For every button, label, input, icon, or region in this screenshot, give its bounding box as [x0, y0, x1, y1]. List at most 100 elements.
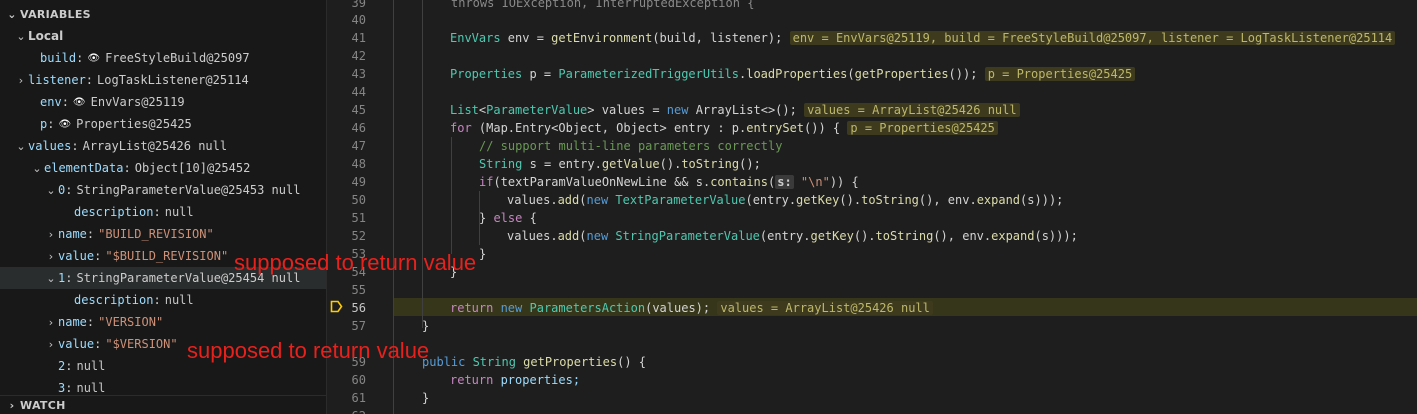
separator: :: [61, 95, 69, 109]
inline-value: env = EnvVars@25119, build = FreeStyleBu…: [789, 31, 1396, 45]
indent-guide: [422, 0, 423, 328]
code-line[interactable]: Properties p = ParameterizedTriggerUtils…: [450, 65, 1136, 83]
variable-row[interactable]: › listener: LogTaskListener@25114: [0, 69, 326, 91]
variables-title: VARIABLES: [20, 7, 91, 21]
code-line[interactable]: }: [422, 317, 429, 335]
separator: :: [71, 139, 79, 153]
line-number: 61: [351, 391, 366, 405]
separator: :: [94, 249, 102, 263]
variable-row[interactable]: › name: "BUILD_REVISION": [0, 223, 326, 245]
line-number-current: 56: [351, 301, 366, 315]
line-number: 55: [351, 283, 366, 297]
code-line[interactable]: values.add(new TextParameterValue(entry.…: [507, 191, 1063, 209]
separator: :: [65, 359, 73, 373]
separator: :: [153, 205, 161, 219]
variable-value: null: [164, 293, 194, 307]
code-line[interactable]: throws IOException, InterruptedException…: [451, 0, 754, 12]
line-number: 41: [351, 31, 366, 45]
variable-name: 2: [58, 359, 66, 373]
watch-title: WATCH: [20, 399, 66, 412]
line-number: 40: [351, 13, 366, 27]
inline-value: values = ArrayList@25426 null: [717, 301, 933, 315]
chevron-down-icon[interactable]: ⌄: [44, 184, 58, 197]
variable-value: "BUILD_REVISION": [98, 227, 214, 241]
annotation-note: supposed to return value: [234, 250, 477, 275]
variable-name: env: [40, 95, 62, 109]
code-line[interactable]: public String getProperties() {: [422, 353, 646, 371]
chevron-right-icon[interactable]: ›: [44, 316, 58, 329]
variable-row[interactable]: ›env:👁EnvVars@25119: [0, 91, 326, 113]
code-line[interactable]: EnvVars env = getEnvironment(build, list…: [450, 29, 1396, 47]
separator: :: [153, 293, 161, 307]
chevron-right-icon[interactable]: ›: [44, 228, 58, 241]
chevron-down-icon[interactable]: ⌄: [30, 162, 44, 175]
separator: :: [47, 117, 55, 131]
code-line[interactable]: return properties;: [450, 371, 580, 389]
inline-value: values = ArrayList@25426 null: [804, 103, 1020, 117]
separator: :: [76, 51, 84, 65]
variable-value: Properties@25425: [76, 117, 192, 131]
line-number: 60: [351, 373, 366, 387]
chevron-down-icon[interactable]: ⌄: [44, 272, 58, 285]
variable-value: null: [164, 205, 194, 219]
inline-value: p = Properties@25425: [984, 67, 1136, 81]
code-line[interactable]: String s = entry.getValue().toString();: [479, 155, 761, 173]
variable-value: LogTaskListener@25114: [97, 73, 249, 87]
separator: :: [65, 271, 73, 285]
code-line[interactable]: } else {: [479, 209, 537, 227]
separator: :: [86, 315, 95, 329]
variable-value: null: [76, 359, 106, 373]
code-line[interactable]: }: [479, 245, 486, 263]
watch-section-header[interactable]: › WATCH: [0, 396, 326, 414]
variable-row[interactable]: ›p:👁Properties@25425: [0, 113, 326, 135]
line-number: 42: [351, 49, 366, 63]
code-line[interactable]: values.add(new StringParameterValue(entr…: [507, 227, 1078, 245]
variable-value: Object[10]@25452: [134, 161, 251, 175]
variable-row[interactable]: ›description:null: [0, 289, 326, 311]
chevron-down-icon[interactable]: ⌄: [14, 140, 28, 153]
watch-section[interactable]: › WATCH: [0, 395, 326, 414]
variable-name: 3: [58, 381, 66, 395]
chevron-right-icon[interactable]: ›: [44, 338, 58, 351]
code-line[interactable]: List<ParameterValue> values = new ArrayL…: [450, 101, 1020, 119]
chevron-right-icon[interactable]: ›: [14, 74, 28, 87]
variable-name: name: [58, 315, 87, 329]
variables-section-header[interactable]: ⌄ VARIABLES: [0, 3, 326, 25]
variable-row[interactable]: › name: "VERSION": [0, 311, 326, 333]
line-number: 57: [351, 319, 366, 333]
variable-value: ArrayList@25426 null: [82, 139, 228, 153]
variable-row[interactable]: ⌄ values: ArrayList@25426 null: [0, 135, 326, 157]
variable-value: "VERSION": [98, 315, 164, 329]
code-line[interactable]: }: [422, 389, 429, 407]
variable-row[interactable]: ›build:👁FreeStyleBuild@25097: [0, 47, 326, 69]
code-line-current[interactable]: return new ParametersAction(values); val…: [450, 299, 933, 317]
separator: :: [123, 161, 131, 175]
inline-value: p = Properties@25425: [847, 121, 998, 135]
separator: :: [86, 227, 95, 241]
chevron-down-icon: ⌄: [7, 7, 17, 21]
line-number: 52: [351, 229, 366, 243]
code-editor[interactable]: 39 40 41 42 43 44 45 46 47 48 49 50 51 5…: [327, 0, 1417, 414]
variable-row[interactable]: ⌄ elementData: Object[10]@25452: [0, 157, 326, 179]
variable-name: values: [28, 139, 72, 153]
variable-name: 1: [58, 271, 66, 285]
line-number: 45: [351, 103, 366, 117]
variable-value: EnvVars@25119: [90, 95, 185, 109]
code-line[interactable]: for (Map.Entry<Object, Object> entry : p…: [450, 119, 998, 137]
variable-row[interactable]: ›description:null: [0, 201, 326, 223]
code-line[interactable]: // support multi-line parameters correct…: [479, 137, 782, 155]
local-scope[interactable]: ⌄ Local: [0, 25, 326, 47]
line-number: 50: [351, 193, 366, 207]
variable-name: description: [74, 293, 154, 307]
separator: :: [65, 183, 73, 197]
variable-row[interactable]: ⌄ 0: StringParameterValue@25453 null: [0, 179, 326, 201]
parameter-hint: s:: [775, 175, 794, 189]
separator: :: [85, 73, 94, 87]
variable-value: StringParameterValue@25453 null: [76, 183, 301, 197]
eye-icon: 👁: [72, 96, 86, 108]
chevron-right-icon[interactable]: ›: [44, 250, 58, 263]
variable-value: "$VERSION": [105, 337, 178, 351]
line-number: 62: [327, 407, 366, 414]
variable-value: "$BUILD_REVISION": [105, 249, 229, 263]
code-line[interactable]: if(textParamValueOnNewLine && s.contains…: [479, 173, 859, 191]
